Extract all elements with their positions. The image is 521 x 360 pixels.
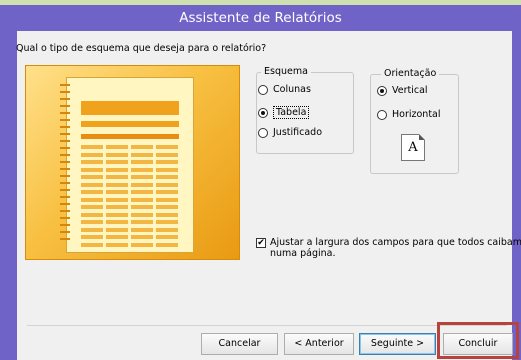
report-table-cell xyxy=(131,242,153,247)
report-table-cell xyxy=(106,160,128,164)
report-table-cell xyxy=(106,212,128,217)
report-table-cell xyxy=(131,205,153,209)
report-table-cell xyxy=(156,212,178,217)
radio-justificado-circle[interactable] xyxy=(258,127,268,138)
report-table-cell xyxy=(131,175,153,179)
report-table-cell xyxy=(81,175,103,179)
report-table-cell xyxy=(81,235,103,239)
question-text: Qual o tipo de esquema que deseja para o… xyxy=(16,43,267,54)
layout-preview-image xyxy=(25,65,240,260)
report-table-cell xyxy=(81,167,103,172)
report-table-cell xyxy=(106,227,128,232)
report-table-cell xyxy=(106,205,128,209)
radio-colunas-circle[interactable] xyxy=(258,84,268,95)
report-table-cell xyxy=(156,227,178,232)
back-button[interactable]: < Anterior xyxy=(284,333,354,355)
report-subtitle-bar xyxy=(81,121,179,127)
radio-tabela[interactable]: Tabela xyxy=(258,106,310,119)
report-header-row xyxy=(81,134,179,139)
radio-horizontal[interactable]: Horizontal xyxy=(377,109,441,120)
report-table-cell xyxy=(156,152,178,157)
report-table-cell xyxy=(81,197,103,202)
report-table-cell xyxy=(81,227,103,232)
report-table-cell xyxy=(106,175,128,179)
cancel-button[interactable]: Cancelar xyxy=(201,333,278,355)
report-title-bar xyxy=(81,101,179,115)
report-table-cell xyxy=(156,190,178,194)
finish-button-highlight xyxy=(437,322,519,359)
report-table-cell xyxy=(81,160,103,164)
radio-vertical[interactable]: Vertical xyxy=(377,85,428,96)
button-divider xyxy=(27,325,507,326)
report-table-cell xyxy=(106,235,128,239)
report-table-cell xyxy=(131,212,153,217)
report-table-cell xyxy=(131,160,153,164)
radio-tabela-label: Tabela xyxy=(273,106,310,119)
report-table-cell xyxy=(156,145,178,149)
orientacao-group-title: Orientação xyxy=(381,68,440,79)
report-table-cell xyxy=(131,145,153,149)
report-table-cell xyxy=(131,235,153,239)
report-table-cell xyxy=(106,242,128,247)
report-table-cell xyxy=(81,145,103,149)
fit-fields-checkbox[interactable]: ✔ xyxy=(256,238,266,248)
report-table-cell xyxy=(156,242,178,247)
radio-colunas-label: Colunas xyxy=(273,84,311,95)
radio-justificado[interactable]: Justificado xyxy=(258,127,322,138)
fit-fields-checkbox-row[interactable]: ✔ Ajustar a largura dos campos para que … xyxy=(256,237,521,259)
report-table-cell xyxy=(106,190,128,194)
report-table-cell xyxy=(106,197,128,202)
report-table-cell xyxy=(131,197,153,202)
report-table-cell xyxy=(131,190,153,194)
radio-vertical-label: Vertical xyxy=(392,85,428,96)
report-table-cell xyxy=(131,152,153,157)
report-table-cell xyxy=(131,220,153,224)
report-sheet-illustration xyxy=(60,77,194,253)
report-table-cell xyxy=(131,167,153,172)
report-table-cell xyxy=(156,220,178,224)
spiral-binding xyxy=(60,84,70,244)
report-table-cell xyxy=(81,212,103,217)
report-table-cell xyxy=(156,175,178,179)
radio-colunas[interactable]: Colunas xyxy=(258,84,311,95)
radio-horizontal-circle[interactable] xyxy=(377,109,387,120)
report-table-cell xyxy=(131,227,153,232)
report-table-cell xyxy=(156,235,178,239)
report-table-cell xyxy=(81,242,103,247)
report-table-cell xyxy=(81,152,103,157)
radio-horizontal-label: Horizontal xyxy=(392,109,441,120)
report-table-cell xyxy=(156,167,178,172)
report-table-cell xyxy=(156,160,178,164)
report-table-cell xyxy=(106,145,128,149)
report-table-cell xyxy=(81,190,103,194)
fit-fields-label: Ajustar a largura dos campos para que to… xyxy=(270,237,521,259)
report-table-cell xyxy=(106,220,128,224)
window-title: Assistente de Relatórios xyxy=(179,10,342,26)
report-table-cell xyxy=(156,197,178,202)
radio-justificado-label: Justificado xyxy=(273,127,323,138)
report-table-cell xyxy=(156,205,178,209)
radio-tabela-circle[interactable] xyxy=(258,107,268,118)
next-button[interactable]: Seguinte > xyxy=(359,333,436,355)
report-table-cell xyxy=(106,152,128,157)
report-table-cell xyxy=(81,220,103,224)
esquema-group-title: Esquema xyxy=(261,66,311,77)
radio-vertical-circle[interactable] xyxy=(377,85,387,96)
report-table-cell xyxy=(156,182,178,187)
report-table-cell xyxy=(81,205,103,209)
orientation-preview-icon: A xyxy=(401,134,425,161)
report-table-cell xyxy=(131,182,153,187)
report-table-cell xyxy=(106,182,128,187)
report-table-cell xyxy=(106,167,128,172)
report-table-cell xyxy=(81,182,103,187)
